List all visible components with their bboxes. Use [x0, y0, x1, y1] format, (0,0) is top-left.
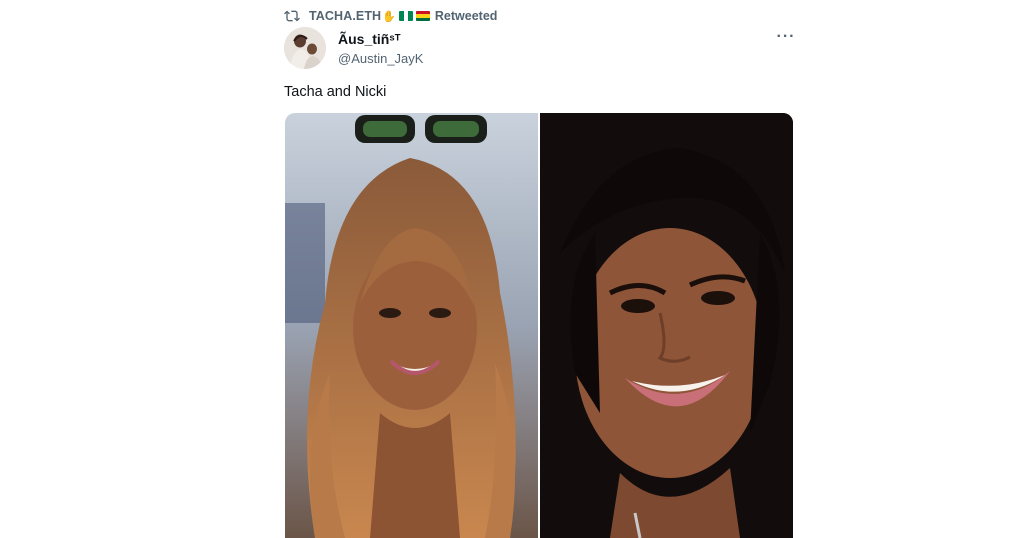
retweet-icon — [284, 8, 300, 24]
avatar[interactable] — [284, 27, 326, 69]
nigeria-flag-icon — [398, 11, 413, 21]
ghana-flag-icon — [415, 11, 430, 21]
retweet-context: TACHA.ETH ✋ Retweeted — [284, 7, 497, 25]
tweet-text: Tacha and Nicki — [284, 84, 387, 100]
retweeted-label: Retweeted — [434, 9, 498, 23]
tweet-card[interactable]: TACHA.ETH ✋ Retweeted Ãus_tiñˢᵀ @Austin_… — [284, 0, 804, 538]
more-options-button[interactable]: ··· — [776, 29, 796, 48]
author-display-name[interactable]: Ãus_tiñˢᵀ — [338, 30, 423, 48]
clapping-hands-emoji: ✋ — [382, 10, 396, 23]
photo-tacha[interactable] — [285, 113, 538, 538]
author-block[interactable]: Ãus_tiñˢᵀ @Austin_JayK — [338, 30, 423, 68]
photo-nicki[interactable] — [540, 113, 793, 538]
author-handle[interactable]: @Austin_JayK — [338, 50, 423, 68]
retweeter-name[interactable]: TACHA.ETH — [309, 9, 381, 23]
tweet-media[interactable] — [285, 113, 793, 538]
